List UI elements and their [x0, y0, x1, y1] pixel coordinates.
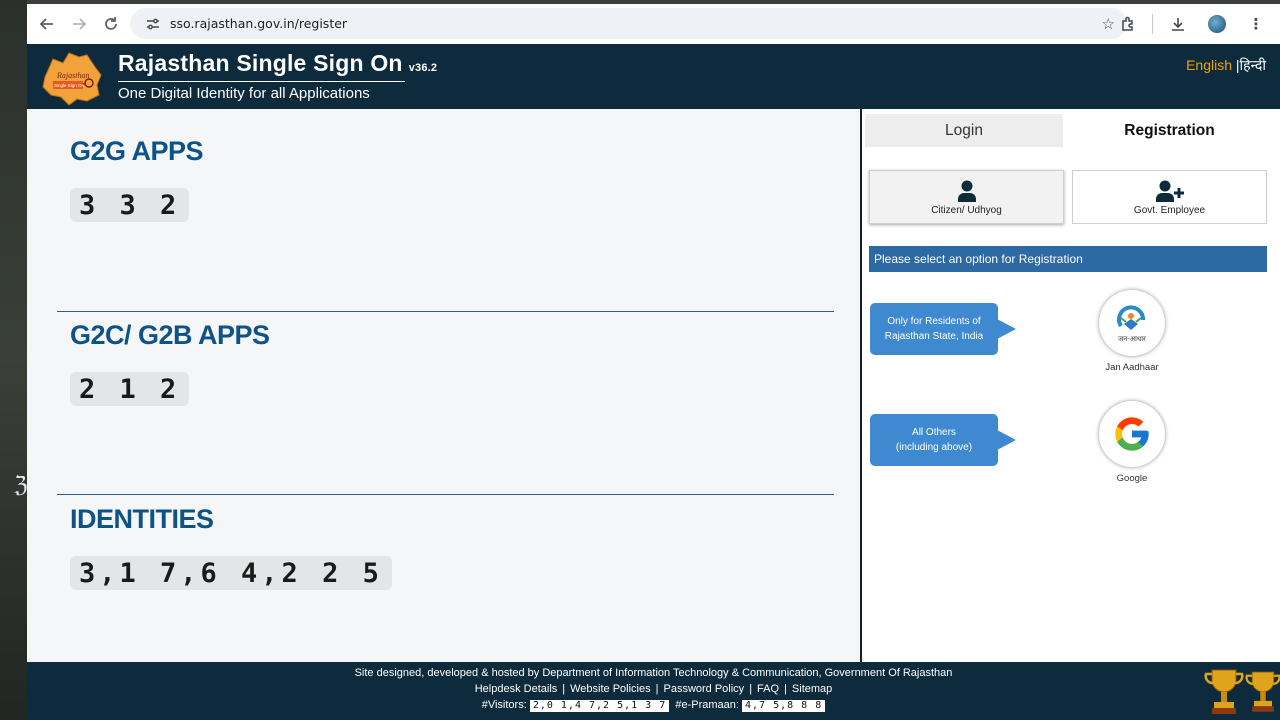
toolbar-separator	[1152, 14, 1153, 34]
google-g-icon	[1115, 417, 1149, 451]
footer-counters: #Visitors: 2,0 1,4 7,2 5,1 3 7 #e-Pramaa…	[27, 699, 1280, 712]
desktop-glyph: ℨ	[14, 472, 28, 497]
google-button[interactable]	[1099, 401, 1165, 467]
govt-employee-button[interactable]: Govt. Employee	[1072, 170, 1267, 224]
logo-text-1: Rajasthan	[56, 71, 89, 80]
reload-icon[interactable]	[97, 10, 125, 38]
epramaan-label: #e-Pramaan:	[675, 699, 739, 711]
extensions-icon[interactable]	[1113, 9, 1143, 39]
stat-counter-g2c-g2b: 2 1 2	[70, 372, 190, 406]
stats-panel: G2G APPS 3 3 2 G2C/ G2B APPS 2 1 2 IDENT…	[27, 109, 860, 662]
version-badge: v36.2	[408, 62, 438, 74]
stat-title-g2g: G2G APPS	[70, 136, 204, 166]
address-bar[interactable]: sso.rajasthan.gov.in/register ☆	[130, 8, 1127, 39]
jan-aadhaar-caption: Jan Aadhaar	[1105, 362, 1159, 373]
footer-link-faq[interactable]: FAQ	[757, 683, 779, 695]
stat-title-identities: IDENTITIES	[70, 504, 214, 534]
residents-line-1: Only for Residents of	[887, 316, 981, 327]
stat-divider	[57, 494, 834, 495]
tab-login[interactable]: Login	[865, 114, 1063, 147]
jan-aadhaar-logo-text: जन-आधार	[1118, 335, 1146, 343]
url-text[interactable]: sso.rajasthan.gov.in/register	[170, 16, 347, 31]
stat-counter-identities: 3,1 7,6 4,2 2 5	[70, 556, 392, 590]
others-line-1: All Others	[912, 427, 956, 438]
lang-english[interactable]: English	[1186, 57, 1232, 73]
visitors-counter: 2,0 1,4 7,2 5,1 3 7	[529, 700, 670, 712]
lang-hindi[interactable]: हिन्दी	[1240, 57, 1266, 73]
stat-divider	[57, 311, 834, 312]
footer-link-sitemap[interactable]: Sitemap	[792, 683, 832, 695]
logo-text-2: Single Sign On	[54, 83, 85, 88]
jan-aadhaar-button[interactable]: जन-आधार	[1099, 290, 1165, 356]
stat-title-g2c-g2b: G2C/ G2B APPS	[70, 320, 270, 350]
footer-links: Helpdesk Details | Website Policies | Passwo…	[474, 683, 833, 695]
citizen-udhyog-label: Citizen/ Udhyog	[931, 205, 1002, 216]
rajasthan-logo[interactable]: Rajasthan Single Sign On	[39, 49, 105, 106]
residents-info-bubble: Only for Residents of Rajasthan State, I…	[870, 303, 1016, 355]
download-icon[interactable]	[1163, 9, 1193, 39]
back-icon[interactable]	[33, 10, 61, 38]
tab-registration[interactable]: Registration	[1067, 114, 1272, 147]
language-switcher: English |हिन्दी	[1186, 56, 1266, 75]
brand-underline	[118, 81, 405, 82]
add-user-icon	[1155, 180, 1184, 202]
site-footer: Site designed, developed & hosted by Dep…	[27, 662, 1280, 720]
jan-aadhaar-logo-icon: जन-आधार	[1117, 305, 1146, 343]
trophy-icon	[1204, 669, 1244, 714]
citizen-udhyog-button[interactable]: Citizen/ Udhyog	[869, 170, 1064, 224]
footer-credit: Site designed, developed & hosted by Dep…	[354, 667, 953, 679]
brand-title: Rajasthan Single Sign On v36.2	[118, 50, 437, 77]
footer-link-website-policies[interactable]: Website Policies	[570, 683, 651, 695]
residents-line-2: Rajasthan State, India	[884, 331, 984, 342]
others-line-2: (including above)	[895, 442, 973, 453]
footer-link-helpdesk[interactable]: Helpdesk Details	[475, 683, 558, 695]
profile-icon[interactable]	[1202, 9, 1232, 39]
trophy-icon	[1245, 671, 1280, 712]
stat-counter-g2g: 3 3 2	[70, 188, 190, 222]
epramaan-counter: 4,7 5,8 8 8	[742, 700, 826, 712]
menu-icon[interactable]: ⋮	[1241, 9, 1271, 39]
desktop-background: ℨ	[0, 0, 28, 720]
govt-employee-label: Govt. Employee	[1133, 205, 1206, 216]
google-caption: Google	[1116, 473, 1148, 484]
others-info-bubble: All Others (including above)	[870, 414, 1016, 466]
visitors-label: #Visitors:	[481, 699, 527, 711]
registration-panel: Login Registration Citizen/ Udhyog Govt.…	[862, 109, 1280, 662]
user-icon	[957, 180, 976, 202]
site-info-icon[interactable]	[138, 17, 168, 31]
brand-tagline: One Digital Identity for all Application…	[118, 85, 370, 102]
forward-icon[interactable]	[65, 10, 93, 38]
site-header: Rajasthan Single Sign On Rajasthan Singl…	[27, 44, 1280, 109]
brand-title-text: Rajasthan Single Sign On	[118, 50, 403, 76]
registration-notice: Please select an option for Registration	[869, 246, 1267, 272]
browser-toolbar: sso.rajasthan.gov.in/register ☆ ⋮	[27, 4, 1280, 44]
footer-link-password-policy[interactable]: Password Policy	[663, 683, 744, 695]
